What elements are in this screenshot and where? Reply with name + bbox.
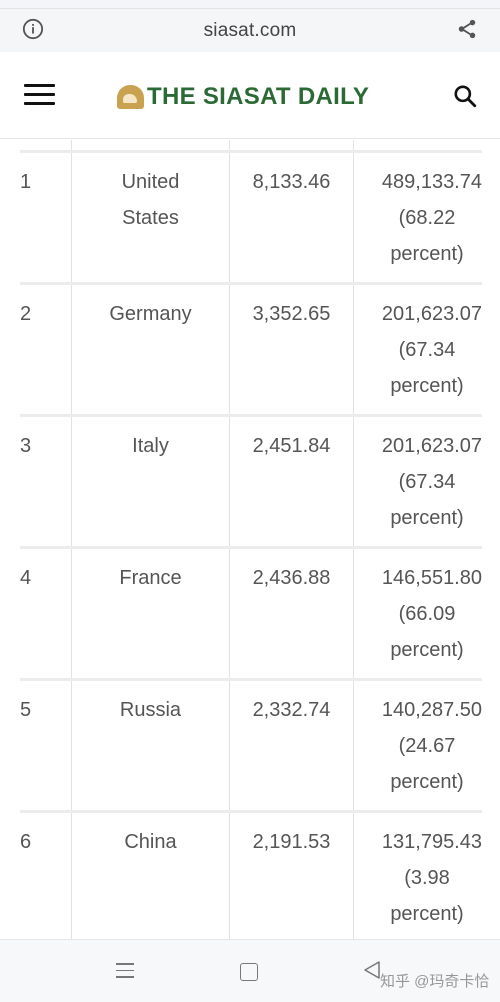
country-cell: Russia bbox=[72, 692, 229, 728]
watermark-text: 知乎 @玛奇卡恰 bbox=[380, 973, 490, 990]
home-icon[interactable] bbox=[240, 963, 258, 981]
status-bar-edge bbox=[0, 0, 500, 9]
cases-cell: 2,191.53 bbox=[252, 831, 331, 853]
row-divider bbox=[20, 150, 482, 153]
recent-apps-icon[interactable] bbox=[116, 963, 134, 979]
country-name: Germany bbox=[109, 303, 192, 325]
cases-cell: 2,436.88 bbox=[252, 567, 331, 589]
total-cell: 140,287.50 (24.67 percent) bbox=[354, 692, 482, 800]
cases-cell: 8,133.46 bbox=[252, 171, 331, 193]
rank-cell: 2 bbox=[20, 303, 32, 325]
percent-label: percent) bbox=[390, 507, 464, 529]
browser-url-bar[interactable]: siasat.com bbox=[0, 9, 500, 52]
country-name-cont: States bbox=[122, 207, 179, 229]
percent-label: percent) bbox=[390, 639, 464, 661]
total-value: 140,287.50 bbox=[381, 699, 482, 721]
share-icon[interactable] bbox=[456, 17, 478, 41]
percent-value: (68.22 bbox=[398, 207, 456, 229]
country-table: 1 United States 8,133.46 489,133.74 (68.22… bbox=[0, 140, 500, 940]
rank-cell: 4 bbox=[20, 567, 32, 589]
table-row: 6 China 2,191.53 131,795.43 (3.98 percent) bbox=[0, 824, 500, 940]
cases-cell: 3,352.65 bbox=[252, 303, 331, 325]
row-divider bbox=[20, 414, 482, 417]
total-value: 201,623.07 bbox=[381, 435, 482, 457]
rank-cell: 6 bbox=[20, 831, 32, 853]
country-cell: Germany bbox=[72, 296, 229, 332]
table-row: 5 Russia 2,332.74 140,287.50 (24.67 percen… bbox=[0, 692, 500, 823]
logo-mark-icon bbox=[117, 85, 144, 109]
cases-cell: 2,332.74 bbox=[252, 699, 331, 721]
percent-label: percent) bbox=[390, 375, 464, 397]
table-row: 3 Italy 2,451.84 201,623.07 (67.34 percent… bbox=[0, 428, 500, 559]
country-name: France bbox=[119, 567, 182, 589]
table-row: 2 Germany 3,352.65 201,623.07 (67.34 perce… bbox=[0, 296, 500, 427]
percent-label: percent) bbox=[390, 243, 464, 265]
logo-text: THE SIASAT DAILY bbox=[147, 83, 370, 110]
percent-value: (67.34 bbox=[398, 471, 456, 493]
country-cell: Italy bbox=[72, 428, 229, 464]
country-cell: China bbox=[72, 824, 229, 860]
percent-value: (24.67 bbox=[398, 735, 456, 757]
site-logo[interactable]: THE SIASAT DAILY bbox=[117, 82, 369, 112]
rank-cell: 1 bbox=[20, 171, 32, 193]
country-name: Italy bbox=[132, 435, 169, 457]
country-cell: France bbox=[72, 560, 229, 596]
percent-value: (3.98 bbox=[404, 867, 450, 889]
hamburger-menu-icon[interactable] bbox=[24, 84, 55, 106]
row-divider bbox=[20, 678, 482, 681]
info-icon[interactable] bbox=[22, 18, 44, 40]
country-name: United bbox=[121, 171, 180, 193]
percent-value: (66.09 bbox=[398, 603, 456, 625]
total-value: 131,795.43 bbox=[381, 831, 482, 853]
total-cell: 131,795.43 (3.98 percent) bbox=[354, 824, 482, 932]
country-name: China bbox=[124, 831, 177, 853]
total-value: 201,623.07 bbox=[381, 303, 482, 325]
country-cell: United States bbox=[72, 164, 229, 236]
rank-cell: 5 bbox=[20, 699, 32, 721]
back-icon[interactable] bbox=[363, 960, 381, 980]
total-value: 489,133.74 bbox=[381, 171, 482, 193]
percent-label: percent) bbox=[390, 771, 464, 793]
percent-label: percent) bbox=[390, 903, 464, 925]
total-cell: 201,623.07 (67.34 percent) bbox=[354, 428, 482, 536]
total-cell: 489,133.74 (68.22 percent) bbox=[354, 164, 482, 272]
url-text[interactable]: siasat.com bbox=[204, 20, 297, 42]
cases-cell: 2,451.84 bbox=[252, 435, 331, 457]
total-cell: 201,623.07 (67.34 percent) bbox=[354, 296, 482, 404]
total-value: 146,551.80 bbox=[381, 567, 482, 589]
table-row: 1 United States 8,133.46 489,133.74 (68.22… bbox=[0, 164, 500, 295]
percent-value: (67.34 bbox=[398, 339, 456, 361]
country-name: Russia bbox=[119, 699, 182, 721]
total-cell: 146,551.80 (66.09 percent) bbox=[354, 560, 482, 668]
table-row: 4 France 2,436.88 146,551.80 (66.09 percen… bbox=[0, 560, 500, 691]
rank-cell: 3 bbox=[20, 435, 32, 457]
search-icon[interactable] bbox=[452, 83, 478, 109]
row-divider bbox=[20, 282, 482, 285]
row-divider bbox=[20, 810, 482, 813]
row-divider bbox=[20, 546, 482, 549]
system-nav-bar: 知乎 @玛奇卡恰 bbox=[0, 939, 500, 1002]
